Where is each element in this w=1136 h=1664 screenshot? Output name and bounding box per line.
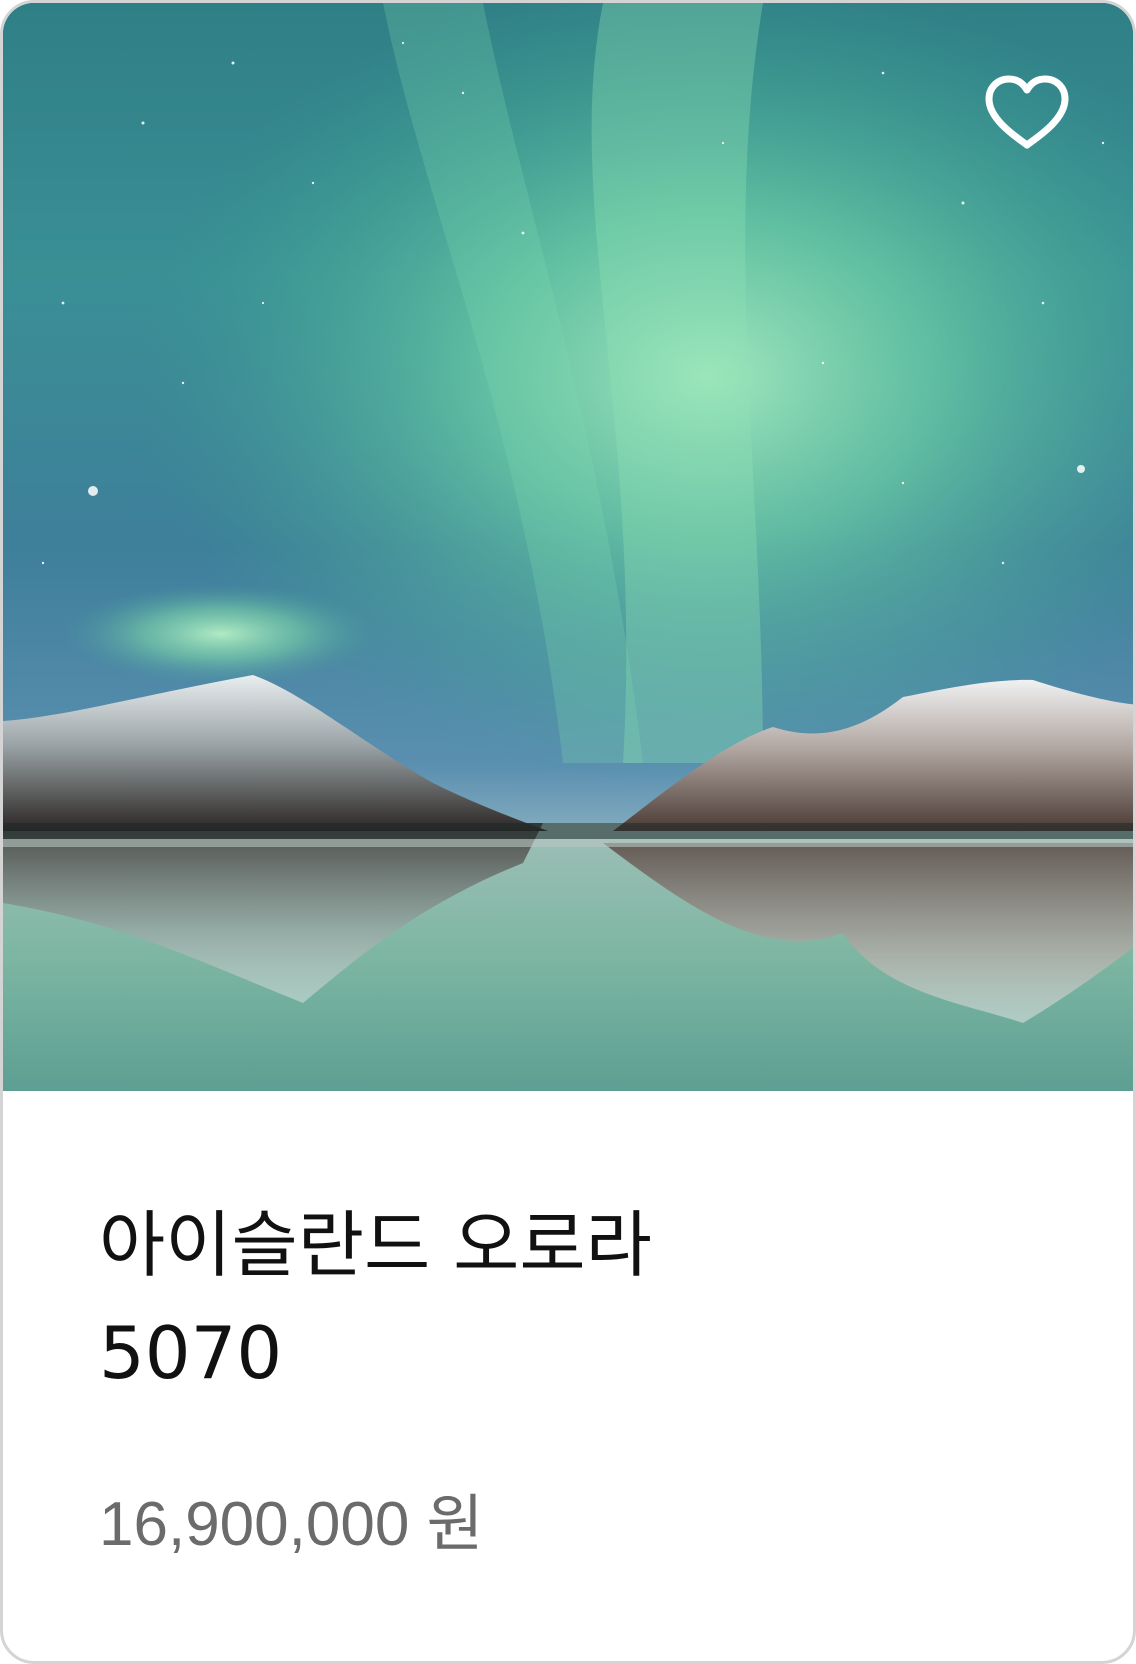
product-info: 아이슬란드 오로라 5070 16,900,000 원 [3, 1091, 1133, 1661]
product-price: 16,900,000 원 [99, 1490, 484, 1559]
product-title-line2: 5070 [99, 1311, 283, 1395]
product-title-line1: 아이슬란드 오로라 [99, 1203, 652, 1287]
product-card[interactable]: 아이슬란드 오로라 5070 16,900,000 원 [0, 0, 1136, 1664]
product-image[interactable] [3, 3, 1133, 1091]
favorite-heart-icon[interactable] [981, 71, 1073, 155]
product-title: 아이슬란드 오로라 5070 [99, 1191, 652, 1407]
